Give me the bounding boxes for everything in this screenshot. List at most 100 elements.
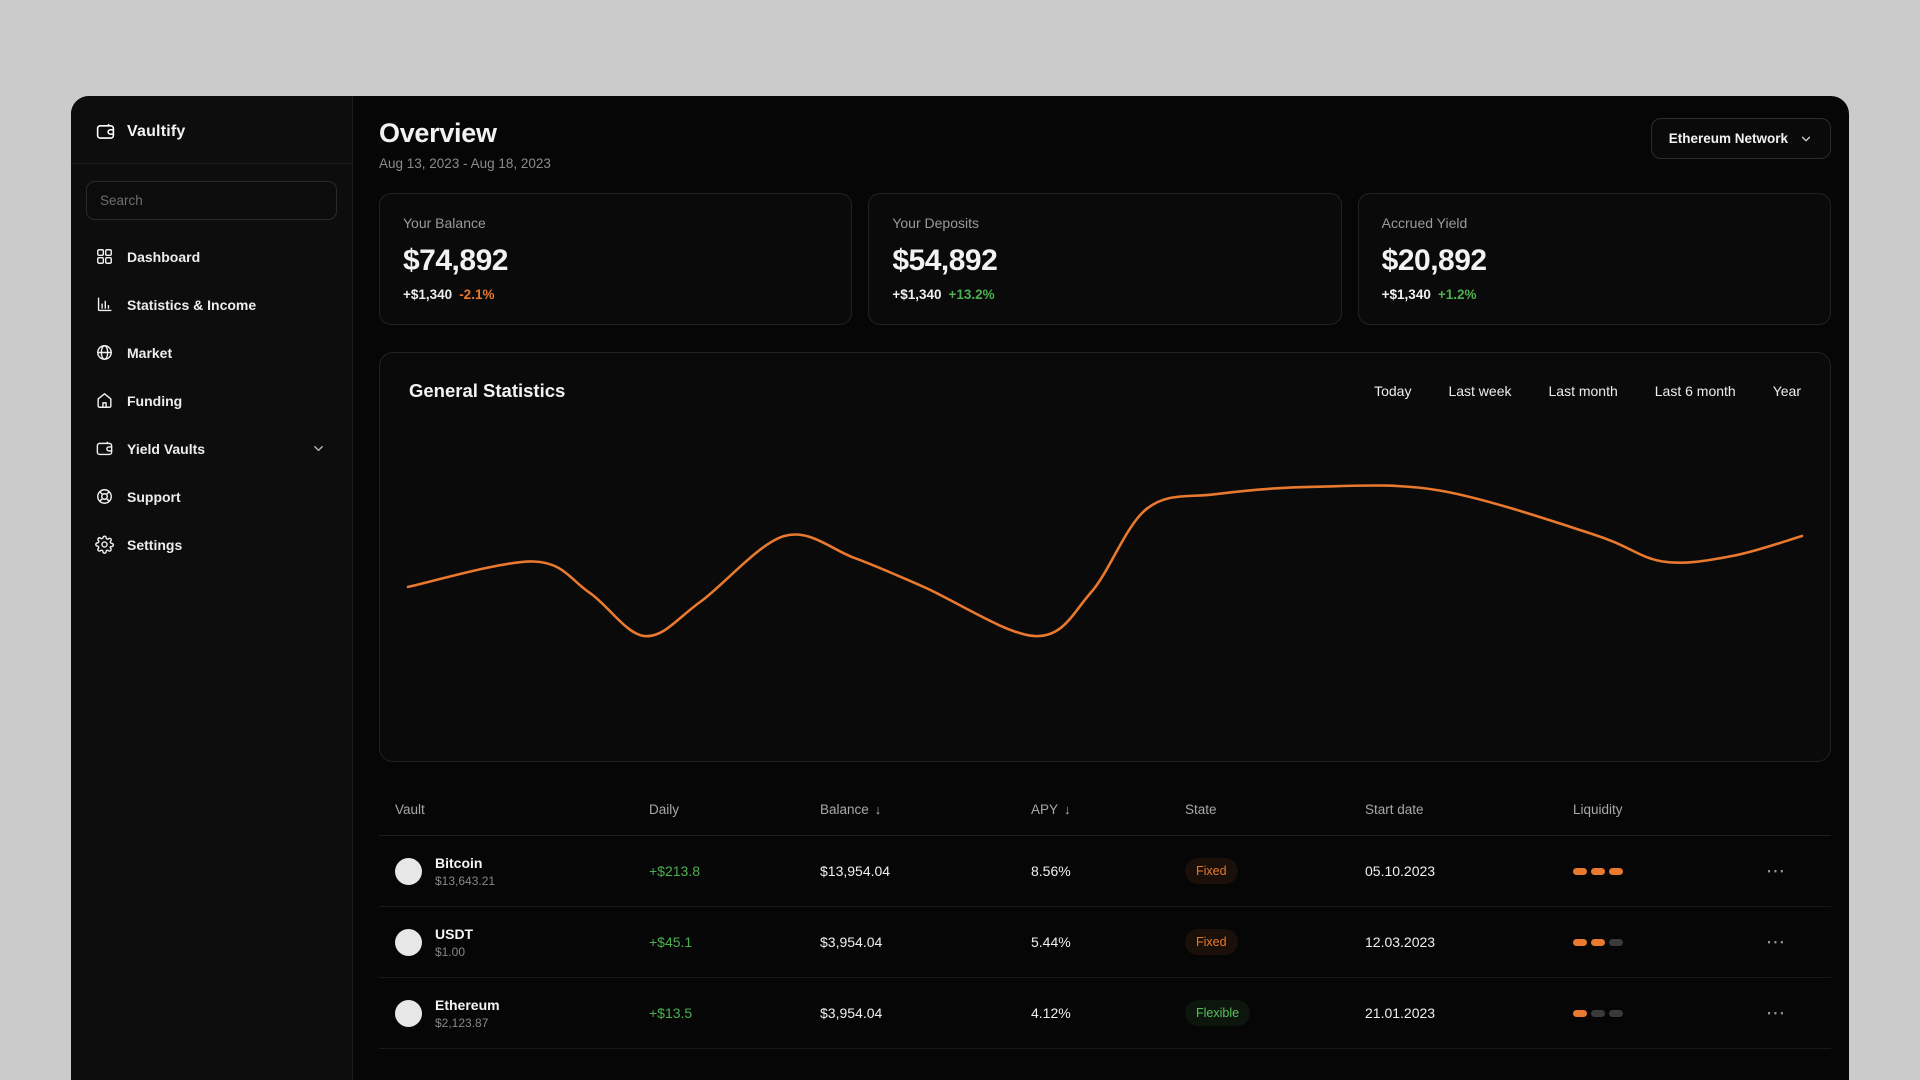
stat-card-accrued-yield: Accrued Yield $20,892 +$1,340 +1.2% xyxy=(1357,193,1831,325)
chevron-down-icon xyxy=(1801,136,1811,141)
sidebar-item-market[interactable]: Market xyxy=(86,333,337,372)
lifebuoy-icon xyxy=(97,489,112,504)
start-date: 05.10.2023 xyxy=(1365,863,1436,879)
filter-last-6-month[interactable]: Last 6 month xyxy=(1655,383,1736,399)
sort-down-icon: ↓ xyxy=(1064,802,1071,817)
liquidity-pill xyxy=(1591,867,1605,875)
time-filters: Today Last week Last month Last 6 month … xyxy=(1374,383,1801,399)
statistics-line-chart xyxy=(406,484,1804,638)
coin-avatar xyxy=(395,857,422,885)
sidebar-item-label: Statistics & Income xyxy=(127,296,257,313)
sidebar-item-support[interactable]: Support xyxy=(86,477,337,516)
network-selector[interactable]: Ethereum Network xyxy=(1650,118,1831,159)
network-selector-label: Ethereum Network xyxy=(1668,131,1788,146)
stat-card-label: Accrued Yield xyxy=(1381,215,1468,231)
wallet-icon xyxy=(96,441,113,456)
vault-price: $13,643.21 xyxy=(435,873,496,888)
filter-last-month[interactable]: Last month xyxy=(1549,383,1618,399)
balance-value: $3,954.04 xyxy=(820,934,883,950)
sidebar-item-settings[interactable]: Settings xyxy=(86,525,337,564)
column-header-state: State xyxy=(1185,802,1217,817)
state-badge: Flexible xyxy=(1185,1000,1251,1026)
sidebar-item-dashboard[interactable]: Dashboard xyxy=(86,237,337,276)
liquidity-indicator xyxy=(1573,1009,1721,1017)
statistics-title: General Statistics xyxy=(409,380,566,401)
state-badge: Fixed xyxy=(1185,858,1238,884)
daily-change: +$213.8 xyxy=(649,863,700,879)
stat-card-your-balance: Your Balance $74,892 +$1,340 -2.1% xyxy=(379,193,853,325)
stat-card-label: Your Balance xyxy=(403,215,486,231)
column-header-apy[interactable]: APY ↓ xyxy=(1031,802,1185,817)
sort-down-icon: ↓ xyxy=(874,802,882,817)
apy-value: 8.56% xyxy=(1031,863,1071,879)
table-row: Ethereum $2,123.87 +$13.5 $3,954.04 4.12… xyxy=(379,978,1831,1049)
stat-card-value: $20,892 xyxy=(1381,244,1487,277)
row-actions-button[interactable]: ⋯ xyxy=(1721,861,1831,881)
sidebar-item-label: Dashboard xyxy=(127,248,201,265)
balance-value: $3,954.04 xyxy=(820,1005,883,1021)
sidebar-item-funding[interactable]: Funding xyxy=(86,381,337,420)
coin-avatar xyxy=(395,999,422,1027)
state-badge: Fixed xyxy=(1185,929,1238,955)
sidebar: Vaultify Dashboard Statistics & Income M… xyxy=(71,96,353,1080)
sidebar-item-statistics-income[interactable]: Statistics & Income xyxy=(86,285,337,324)
apy-value: 4.12% xyxy=(1031,1005,1071,1021)
liquidity-pill xyxy=(1573,938,1587,946)
search-input[interactable] xyxy=(86,181,337,220)
filter-today[interactable]: Today xyxy=(1374,383,1411,399)
start-date: 12.03.2023 xyxy=(1365,934,1436,950)
table-row: Bitcoin $13,643.21 +$213.8 $13,954.04 8.… xyxy=(379,836,1831,907)
vault-price: $2,123.87 xyxy=(435,1015,489,1030)
sidebar-item-label: Support xyxy=(127,488,181,505)
gear-icon xyxy=(95,535,114,554)
row-actions-button[interactable]: ⋯ xyxy=(1721,1003,1831,1023)
table-row: USDT $1.00 +$45.1 $3,954.04 5.44% Fixed … xyxy=(379,907,1831,978)
chevron-down-icon xyxy=(314,446,323,451)
column-header-balance[interactable]: Balance ↓ xyxy=(820,802,1031,817)
dashboard-grid-icon xyxy=(97,249,112,264)
stat-card-your-deposits: Your Deposits $54,892 +$1,340 +13.2% xyxy=(868,193,1342,325)
filter-year[interactable]: Year xyxy=(1773,383,1801,399)
sidebar-item-label: Funding xyxy=(127,392,183,409)
sidebar-item-label: Market xyxy=(127,344,173,361)
stat-change-percent: -2.1% xyxy=(459,287,495,302)
stat-change-amount: +$1,340 xyxy=(403,287,453,302)
balance-value: $13,954.04 xyxy=(820,863,891,879)
daily-change: +$45.1 xyxy=(649,934,693,950)
liquidity-indicator xyxy=(1573,867,1721,875)
app-title: Vaultify xyxy=(127,122,186,140)
sidebar-item-label: Settings xyxy=(127,536,183,553)
column-header-start-date: Start date xyxy=(1365,802,1424,817)
logo: Vaultify xyxy=(71,96,352,164)
liquidity-pill xyxy=(1609,1009,1623,1017)
coin-avatar xyxy=(395,928,422,956)
row-actions-button[interactable]: ⋯ xyxy=(1721,932,1831,952)
liquidity-pill xyxy=(1591,1009,1605,1017)
stat-change-amount: +$1,340 xyxy=(1381,287,1431,302)
vault-name: Ethereum xyxy=(435,996,500,1013)
liquidity-pill xyxy=(1573,867,1587,875)
vaults-table: Vault Daily Balance ↓ APY ↓ State Start da… xyxy=(379,786,1831,1049)
bar-chart-icon xyxy=(97,297,112,312)
stat-change-percent: +1.2% xyxy=(1437,287,1477,302)
main-content: Overview Aug 13, 2023 - Aug 18, 2023 Eth… xyxy=(353,96,1849,1080)
liquidity-pill xyxy=(1609,938,1623,946)
stat-card-label: Your Deposits xyxy=(892,215,979,231)
date-range: Aug 13, 2023 - Aug 18, 2023 xyxy=(379,156,551,171)
column-header-daily: Daily xyxy=(649,802,680,817)
page-title: Overview xyxy=(379,118,497,148)
stat-cards-row: Your Balance $74,892 +$1,340 -2.1% Your … xyxy=(379,193,1831,325)
home-icon xyxy=(97,393,112,408)
liquidity-indicator xyxy=(1573,938,1721,946)
vault-name: USDT xyxy=(435,925,474,942)
column-header-liquidity: Liquidity xyxy=(1573,802,1623,817)
filter-last-week[interactable]: Last week xyxy=(1448,383,1511,399)
stat-change-percent: +13.2% xyxy=(948,287,995,302)
column-header-vault: Vault xyxy=(395,802,425,817)
liquidity-pill xyxy=(1591,938,1605,946)
globe-icon xyxy=(97,345,112,360)
sidebar-item-yield-vaults[interactable]: Yield Vaults xyxy=(86,429,337,468)
app-window: Vaultify Dashboard Statistics & Income M… xyxy=(71,96,1849,1080)
vault-name: Bitcoin xyxy=(435,854,483,871)
liquidity-pill xyxy=(1609,867,1623,875)
